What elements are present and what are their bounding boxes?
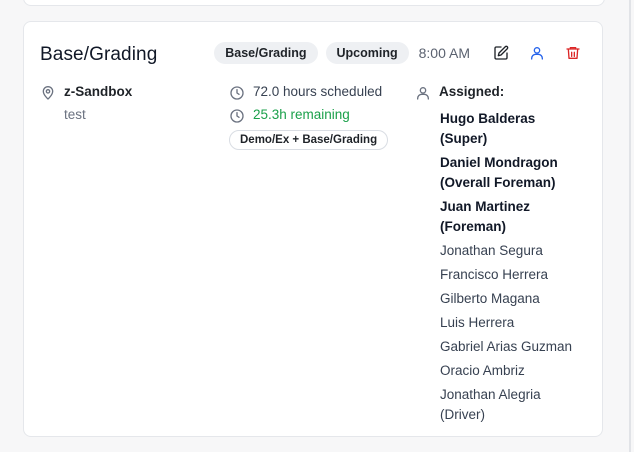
assigned-person: Daniel Mondragon (Overall Foreman) [440,155,558,190]
assigned-person: Jonathan Alegria (Driver) [440,387,541,422]
category-badge: Base/Grading [214,42,318,64]
location-subtitle: test [64,107,86,122]
page: Base/Grading Base/Grading Upcoming 8:00 … [0,0,634,452]
card-title: Base/Grading [40,44,158,65]
trash-icon [566,47,580,59]
hours-scheduled: 72.0 hours scheduled [253,84,383,99]
edit-icon [494,45,509,60]
edit-button[interactable] [490,42,512,64]
schedule-column: 72.0 hours scheduled 25.3h remaining Dem… [229,84,389,150]
hours-remaining: 25.3h remaining [253,107,350,122]
job-card: Base/Grading Base/Grading Upcoming 8:00 … [23,21,603,437]
previous-card-edge [23,0,605,6]
assigned-person: Oracio Ambriz [440,363,525,378]
assigned-people-list: Hugo Balderas (Super) Daniel Mondragon (… [440,109,585,425]
assigned-header: Assigned: [415,84,585,101]
work-type-tag: Demo/Ex + Base/Grading [229,130,389,150]
assigned-label: Assigned: [439,84,505,99]
assigned-person: Luis Herrera [440,315,515,330]
map-pin-icon [40,85,56,101]
assigned-person: Francisco Herrera [440,267,549,282]
location-row: z-Sandbox [40,84,132,101]
location-name: z-Sandbox [64,84,133,99]
assigned-person: Jonathan Segura [440,243,543,258]
assigned-person: Hugo Balderas (Super) [440,111,536,146]
assign-button[interactable] [526,42,548,64]
user-icon [531,47,543,60]
delete-button[interactable] [562,42,584,64]
start-time: 8:00 AM [418,45,470,61]
assigned-column: Assigned: Hugo Balderas (Super) Daniel M… [415,84,585,429]
hours-scheduled-row: 72.0 hours scheduled [229,84,388,101]
clock-icon [229,85,245,101]
hours-remaining-row: 25.3h remaining [229,107,388,124]
clock-icon [229,108,245,124]
user-icon [415,85,431,101]
card-header-actions: Base/Grading Upcoming 8:00 AM [214,42,584,64]
assigned-person: Gabriel Arias Guzman [440,339,573,354]
assigned-person: Gilberto Magana [440,291,540,306]
assigned-person: Juan Martinez (Foreman) [440,199,531,234]
status-badge: Upcoming [325,42,409,64]
location-column: z-Sandbox test [40,84,132,122]
scrollbar[interactable] [629,0,631,452]
